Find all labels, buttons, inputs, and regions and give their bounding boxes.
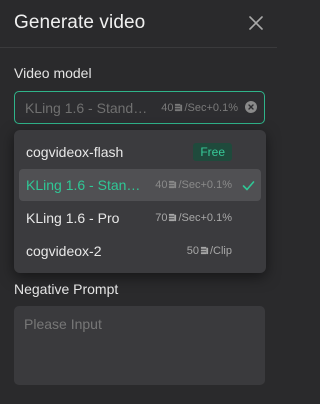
modal-title: Generate video <box>14 12 146 33</box>
credit-stack-icon <box>200 246 209 255</box>
clear-circle-icon[interactable] <box>245 101 257 113</box>
model-option-cogvideox-flash[interactable]: cogvideox-flash Free <box>19 136 261 168</box>
close-icon[interactable] <box>247 14 265 32</box>
cost-amount: 40 <box>155 179 168 191</box>
negative-prompt-label: Negative Prompt <box>14 281 119 297</box>
option-cost: 50/Clip <box>187 245 232 257</box>
free-badge: Free <box>193 143 232 161</box>
model-option-cogvideox-2[interactable]: cogvideox-2 50/Clip <box>19 235 261 267</box>
cost-unit: /Sec+0.1% <box>178 212 232 224</box>
option-label: cogvideox-flash <box>26 144 124 160</box>
video-model-label: Video model <box>14 65 92 81</box>
negative-prompt-placeholder: Please Input <box>24 316 102 332</box>
cost-unit: /Sec+0.1% <box>184 102 238 114</box>
negative-prompt-input[interactable]: Please Input <box>14 306 265 385</box>
cost-amount: 40 <box>161 102 174 114</box>
modal-header: Generate video <box>0 0 277 48</box>
cost-unit: /Sec+0.1% <box>178 179 232 191</box>
option-label: cogvideox-2 <box>26 243 102 259</box>
option-label: KLing 1.6 - Standard <box>26 177 148 193</box>
model-option-kling-pro[interactable]: KLing 1.6 - Pro 70/Sec+0.1% <box>19 202 261 234</box>
credit-stack-icon <box>169 180 177 189</box>
option-cost: 40/Sec+0.1% <box>155 179 232 191</box>
credit-stack-icon <box>169 213 177 222</box>
model-option-kling-standard[interactable]: KLing 1.6 - Standard 40/Sec+0.1% <box>19 169 261 201</box>
cost-amount: 70 <box>155 212 168 224</box>
video-model-value: KLing 1.6 - Standard <box>25 100 153 116</box>
option-cost: 70/Sec+0.1% <box>155 212 232 224</box>
video-model-cost: 40/Sec+0.1% <box>161 102 238 114</box>
cost-unit: /Clip <box>209 245 232 257</box>
cost-amount: 50 <box>186 245 199 257</box>
video-model-select[interactable]: KLing 1.6 - Standard 40/Sec+0.1% <box>14 91 265 124</box>
model-dropdown-menu: cogvideox-flash Free KLing 1.6 - Standar… <box>14 130 266 273</box>
option-label: KLing 1.6 - Pro <box>26 210 120 226</box>
credit-stack-icon <box>175 103 183 112</box>
check-icon <box>242 181 255 191</box>
